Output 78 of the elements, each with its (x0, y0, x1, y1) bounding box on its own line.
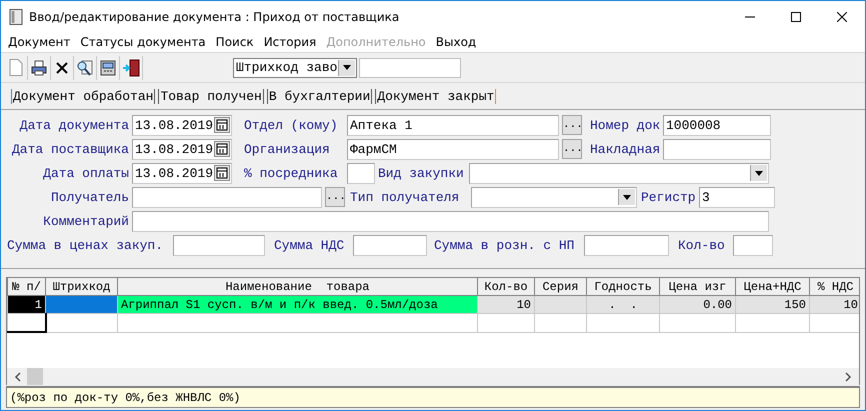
field-label: Дата документа (18, 118, 130, 132)
scroll-left-icon[interactable] (13, 372, 23, 382)
field-label: % посредника (244, 166, 339, 180)
date-field[interactable]: 13.08.2019 (132, 138, 232, 160)
field-label: Накладная (590, 142, 662, 156)
field-label: Дата поставщика (10, 142, 130, 156)
column-header[interactable]: № п/ (8, 278, 46, 296)
status-button[interactable]: Документ обработан (11, 88, 156, 104)
field-label: Кол-во (678, 238, 726, 252)
browse-button[interactable]: ... (562, 115, 582, 135)
browse-button[interactable]: ... (325, 187, 345, 207)
calendar-icon[interactable] (214, 165, 230, 181)
field-label: Вид закупки (378, 166, 465, 180)
barcode-cell[interactable] (46, 296, 118, 314)
input-field[interactable]: ФармСМ (347, 138, 559, 160)
column-header[interactable]: Годность (586, 278, 660, 296)
table-cell: . . (586, 296, 660, 314)
input-field[interactable]: 3 (699, 186, 775, 208)
field-label: Дата оплаты (42, 166, 130, 180)
menu-item[interactable]: Статусы документа (75, 35, 211, 49)
field-label: Сумма в розн. с НП (434, 238, 576, 252)
menu-item[interactable]: История (258, 35, 322, 49)
input-field[interactable] (132, 210, 769, 232)
status-button[interactable]: В бухгалтерии (266, 88, 372, 104)
input-field[interactable] (132, 186, 322, 208)
menu-item[interactable]: Выход (430, 35, 482, 49)
input-field[interactable] (663, 138, 771, 160)
column-header[interactable]: % НДС (810, 278, 859, 296)
column-header[interactable]: Наименование товара (118, 278, 478, 296)
date-field[interactable]: 13.08.2019 (132, 114, 232, 136)
column-header[interactable]: Кол-во (478, 278, 534, 296)
input-field[interactable]: Аптека 1 (347, 114, 559, 136)
column-header[interactable]: Серия (534, 278, 586, 296)
calendar-icon[interactable] (214, 117, 230, 133)
window-title: Ввод/редактирование документа : Приход от поставщика (29, 10, 400, 24)
field-label: Тип получателя (350, 190, 460, 204)
field-label: Сумма НДС (274, 238, 346, 252)
table-cell: 10 (810, 296, 859, 314)
document-icon (9, 8, 23, 24)
search-field[interactable] (359, 58, 461, 78)
dropdown-field[interactable] (469, 162, 769, 184)
input-field[interactable] (584, 234, 669, 256)
input-field[interactable] (353, 234, 427, 256)
input-field[interactable] (733, 234, 773, 256)
column-header[interactable]: Штрихкод (46, 278, 118, 296)
input-field[interactable]: 1000008 (663, 114, 771, 136)
menu-item[interactable]: Документ (3, 35, 76, 49)
column-header[interactable]: Цена изг (660, 278, 736, 296)
table-cell: 10 (478, 296, 534, 314)
table-cell: 150 (736, 296, 810, 314)
input-field[interactable] (347, 162, 375, 184)
status-button[interactable]: Товар получен (158, 88, 264, 104)
calendar-icon[interactable] (214, 141, 230, 157)
column-header[interactable]: Цена+НДС (736, 278, 810, 296)
field-label: Сумма в ценах закуп. (7, 238, 164, 252)
field-label: Номер док (590, 118, 662, 132)
search-mode-dropdown[interactable]: Штрихкод заво (233, 58, 357, 78)
table-cell: 0.00 (660, 296, 736, 314)
field-label: Комментарий (42, 214, 130, 228)
table-cell: Агриппал S1 сусп. в/м и п/к введ. 0.5мл/доза (118, 296, 478, 314)
row-number-cell[interactable]: 1 (8, 296, 46, 314)
input-field[interactable] (173, 234, 265, 256)
exit-icon[interactable] (120, 56, 143, 80)
horizontal-scrollbar[interactable] (7, 368, 859, 385)
field-label: Отдел (кому) (244, 118, 339, 132)
dropdown-field[interactable] (471, 186, 637, 208)
status-button[interactable]: Документ закрыт (375, 88, 496, 104)
field-label: Регистр (641, 190, 697, 204)
scroll-thumb[interactable] (27, 368, 43, 385)
field-label: Получатель (50, 190, 130, 204)
maximize-icon[interactable] (791, 12, 801, 22)
summary-text: (%роз по док-ту 0%,без ЖНВЛС 0%) (6, 386, 860, 408)
date-field[interactable]: 13.08.2019 (132, 162, 232, 184)
scroll-right-icon[interactable] (843, 372, 853, 382)
close-icon[interactable] (837, 12, 847, 22)
browse-button[interactable]: ... (562, 139, 582, 159)
menu-item[interactable]: Поиск (210, 35, 259, 49)
field-label: Организация (244, 142, 331, 156)
